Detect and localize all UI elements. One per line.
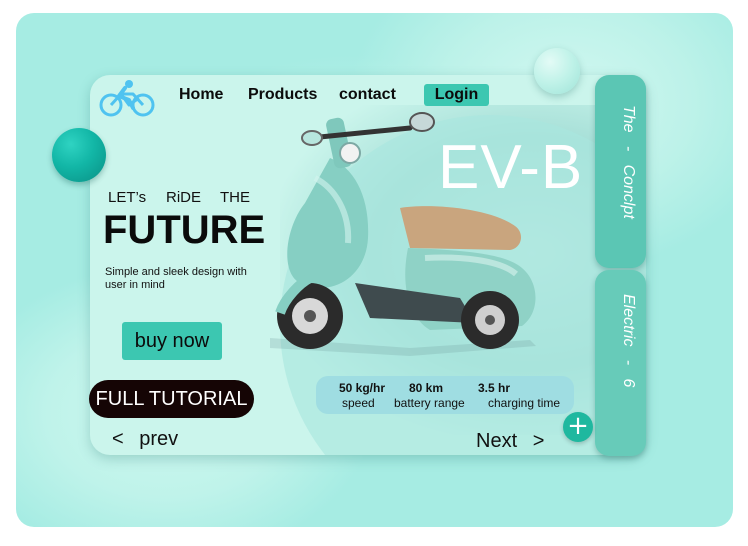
login-button[interactable]: Login [424, 84, 489, 106]
prev-label: prev [139, 428, 179, 450]
next-arrow-icon: > [532, 430, 545, 452]
specs-panel: 50 kg/hr speed 80 km battery range 3.5 h… [316, 376, 574, 414]
nav-contact[interactable]: contact [339, 86, 396, 104]
spec-range-label: battery range [394, 396, 465, 410]
prev-button[interactable]: < prev [112, 428, 178, 451]
next-button[interactable]: Next > [476, 430, 544, 453]
buy-now-button[interactable]: buy now [122, 322, 222, 360]
headline: FUTURE [103, 208, 266, 252]
side-tab-concept[interactable]: The - Conclpt [595, 75, 646, 268]
cyclist-logo-icon[interactable] [99, 78, 155, 118]
spec-speed-label: speed [342, 396, 375, 410]
full-tutorial-button[interactable]: FULL TUTORIAL [89, 380, 254, 418]
tagline-word-3: THE [220, 189, 250, 206]
spec-range-value: 80 km [409, 381, 444, 395]
model-name: EV-B [438, 133, 584, 202]
next-label: Next [476, 430, 518, 452]
side-tab-electric[interactable]: Electric - 6 [595, 270, 646, 456]
decorative-sphere-small [534, 48, 580, 94]
spec-charging-label: charging time [488, 396, 561, 410]
spec-speed-value: 50 kg/hr [339, 381, 386, 395]
spec-charging-value: 3.5 hr [478, 381, 511, 395]
nav-home[interactable]: Home [179, 86, 223, 104]
decorative-sphere [52, 128, 106, 182]
side-tab-electric-label: Electric - 6 [620, 294, 637, 388]
side-tab-concept-label: The - Conclpt [620, 105, 637, 219]
prev-arrow-icon: < [112, 428, 124, 450]
description: Simple and sleek design with user in min… [105, 266, 247, 291]
tagline-word-2: RiDE [166, 189, 202, 206]
tagline-word-1: LET’s [108, 189, 147, 206]
plus-icon[interactable]: + [563, 412, 593, 442]
nav-products[interactable]: Products [248, 86, 317, 104]
